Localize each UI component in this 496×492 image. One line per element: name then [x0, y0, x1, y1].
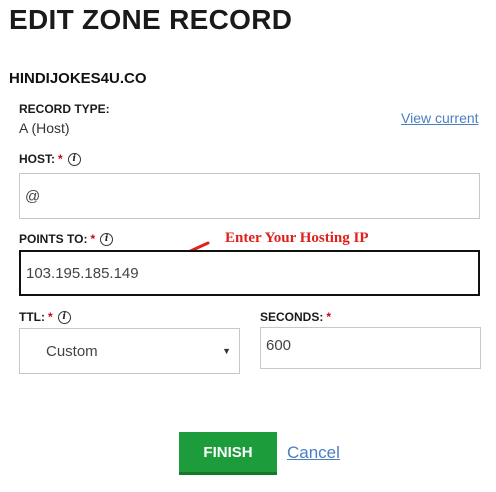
points-to-input[interactable]: 103.195.185.149 — [19, 250, 480, 296]
info-icon[interactable]: i — [100, 232, 114, 246]
ttl-label: TTL: * i — [19, 310, 71, 324]
points-to-label: POINTS TO: * i — [19, 232, 114, 246]
record-type-value: A (Host) — [19, 120, 70, 136]
required-mark: * — [90, 232, 96, 246]
page-title: EDIT ZONE RECORD — [9, 4, 293, 35]
required-mark: * — [58, 152, 63, 166]
view-current-link[interactable]: View current — [401, 110, 479, 126]
record-type-label: RECORD TYPE: — [19, 102, 110, 116]
dropdown-arrow-icon: ▼ — [222, 346, 231, 356]
points-to-input-value: 103.195.185.149 — [26, 264, 139, 282]
seconds-input-value: 600 — [266, 337, 292, 354]
ttl-select[interactable]: Custom ▼ — [19, 328, 240, 374]
seconds-label: SECONDS: * — [260, 310, 331, 324]
info-icon[interactable]: i — [67, 152, 81, 166]
seconds-input[interactable]: 600 — [260, 327, 481, 369]
seconds-label-text: SECONDS: — [260, 310, 324, 324]
info-icon[interactable]: i — [57, 310, 71, 324]
hosting-ip-annotation: Enter Your Hosting IP — [225, 230, 369, 246]
required-mark: * — [326, 310, 332, 324]
domain-name: HINDIJOKES4U.CO — [9, 70, 147, 87]
required-mark: * — [48, 310, 53, 324]
ttl-label-text: TTL: — [19, 310, 45, 324]
host-label: HOST: * i — [19, 152, 81, 166]
points-to-label-text: POINTS TO: — [19, 232, 88, 246]
host-input[interactable]: @ — [19, 173, 480, 219]
record-type-label-text: RECORD TYPE: — [19, 102, 110, 116]
host-input-value: @ — [25, 187, 41, 205]
finish-button[interactable]: FINISH — [179, 432, 277, 475]
ttl-select-value: Custom — [46, 342, 98, 360]
host-label-text: HOST: — [19, 152, 55, 166]
cancel-link[interactable]: Cancel — [287, 443, 340, 463]
